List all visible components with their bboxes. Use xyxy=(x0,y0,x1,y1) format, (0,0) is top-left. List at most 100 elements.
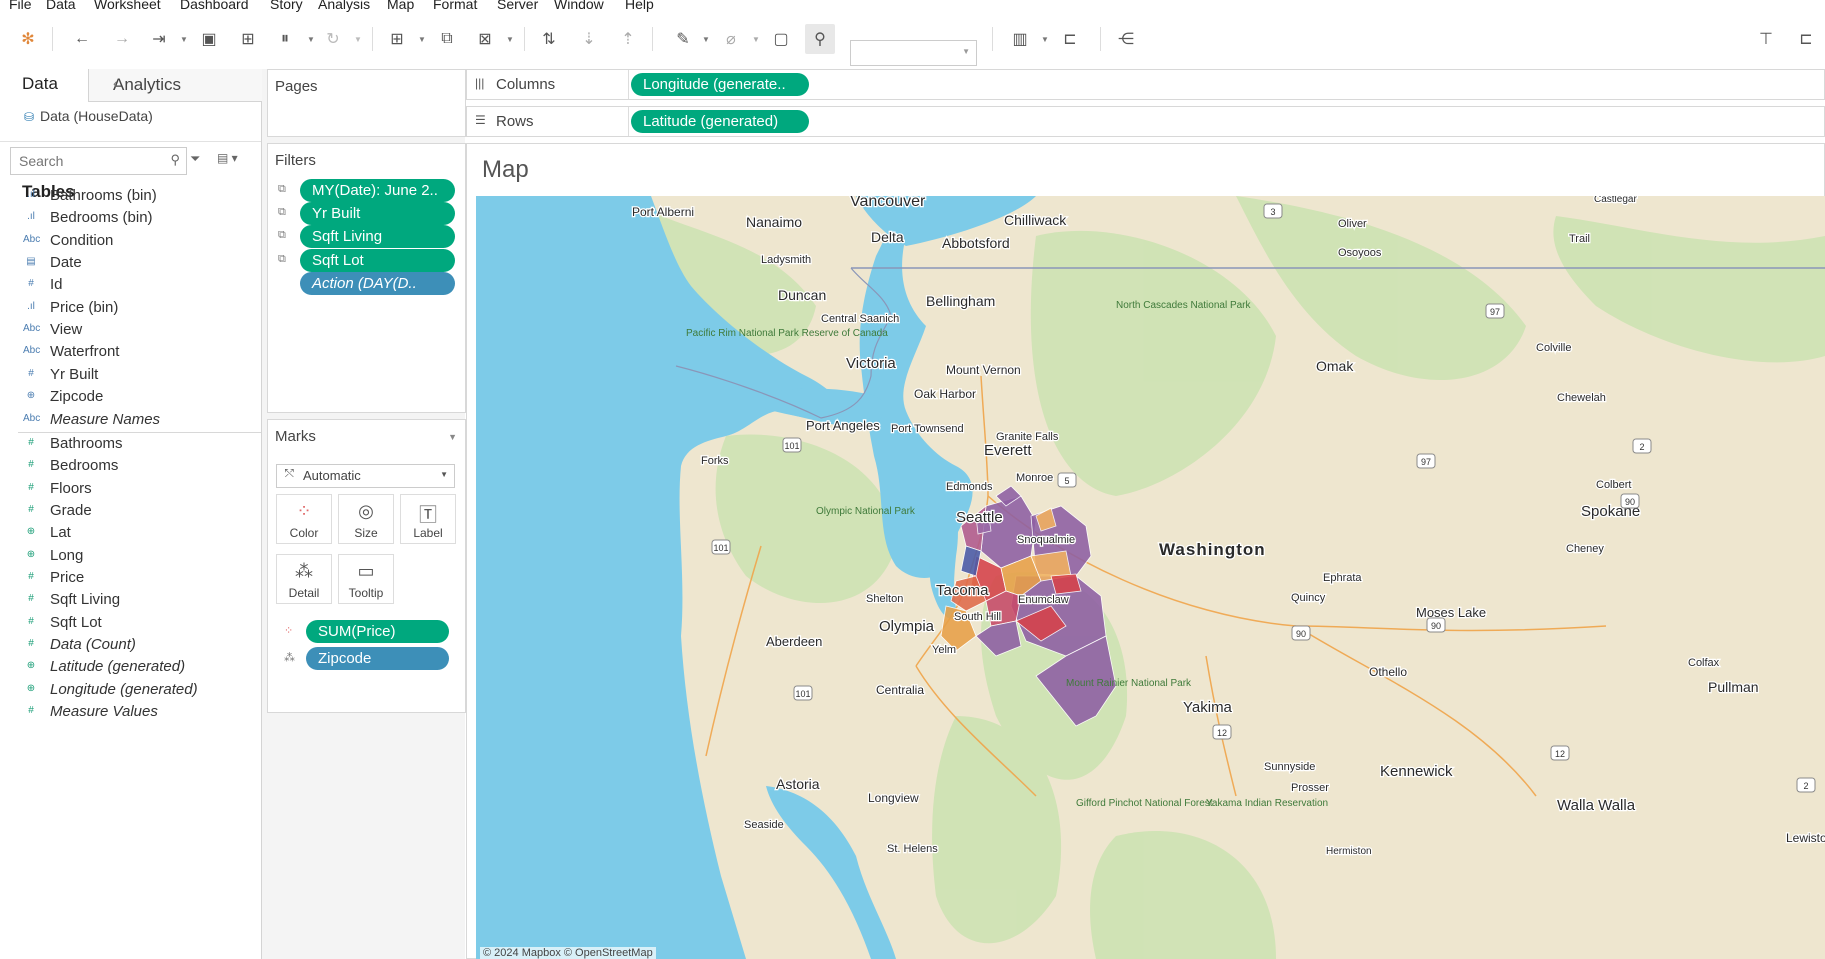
tab-analytics[interactable]: Analytics ‹ xyxy=(88,69,262,102)
forward-icon[interactable]: → xyxy=(111,28,133,50)
field-item[interactable]: .ıl Price (bin) xyxy=(0,298,261,320)
marks-pill-sum-price[interactable]: SUM(Price) xyxy=(306,620,449,643)
tableau-logo-icon[interactable]: ✻ xyxy=(17,28,39,50)
new-worksheet-icon[interactable]: ⊞ xyxy=(386,28,408,50)
marks-detail-button[interactable]: ⁂ Detail xyxy=(276,554,332,604)
new-worksheet-dropdown-icon[interactable]: ▼ xyxy=(418,35,426,44)
marks-label-button[interactable]: 🅃 Label xyxy=(400,494,456,544)
menu-format[interactable]: Format xyxy=(433,0,477,12)
field-item[interactable]: .ıl Bathrooms (bin) xyxy=(0,186,261,208)
columns-shelf[interactable]: ||| Columns Longitude (generate.. xyxy=(466,69,1825,100)
refresh-icon[interactable]: ↻ xyxy=(322,28,344,50)
presentation-mode-icon[interactable]: ⊏ xyxy=(1059,28,1081,50)
field-item[interactable]: Abc Measure Names xyxy=(0,410,261,432)
search-box[interactable]: ⚲ xyxy=(10,147,187,175)
collapse-pane-icon[interactable]: ‹ xyxy=(113,75,254,91)
filter-fields-icon[interactable]: ⏷ xyxy=(190,151,200,167)
sort-ascending-icon[interactable]: ⇣ xyxy=(578,28,600,50)
filter-pill[interactable]: Yr Built xyxy=(300,202,455,226)
redo-icon[interactable]: ⇥ xyxy=(148,28,170,50)
field-item[interactable]: # Yr Built xyxy=(0,365,261,387)
new-datasource-icon[interactable]: ⊞ xyxy=(237,28,259,50)
filters-card[interactable]: Filters ⧉ MY(Date): June 2.. ⧉ Yr Built ⧉ Sqf… xyxy=(267,143,466,413)
filter-pill[interactable]: Sqft Living xyxy=(300,225,455,249)
search-input[interactable] xyxy=(17,152,161,170)
field-item[interactable]: # Floors xyxy=(0,479,261,501)
show-me-panel-label-icon[interactable]: ⊏ xyxy=(1795,28,1817,50)
filter-pill[interactable]: Sqft Lot xyxy=(300,248,455,272)
field-item[interactable]: # Sqft Lot xyxy=(0,613,261,635)
mark-type-select[interactable]: ⤲ Automatic ▼ xyxy=(276,464,455,488)
datasource-item[interactable]: ⛁ Data (HouseData) xyxy=(24,108,153,124)
rows-shelf[interactable]: ☰ Rows Latitude (generated) xyxy=(466,106,1825,137)
field-item[interactable]: Abc Condition xyxy=(0,231,261,253)
filter-pill[interactable]: Action (DAY(D.. xyxy=(300,271,455,295)
field-item[interactable]: .ıl Bedrooms (bin) xyxy=(0,208,261,230)
menu-server[interactable]: Server xyxy=(497,0,538,12)
group-dropdown-icon[interactable]: ▼ xyxy=(752,35,760,44)
field-item[interactable]: # Bedrooms xyxy=(0,456,261,478)
pages-card[interactable]: Pages xyxy=(267,69,466,137)
filter-pill[interactable]: MY(Date): June 2.. xyxy=(300,179,455,202)
menu-dashboard[interactable]: Dashboard xyxy=(180,0,249,12)
menu-analysis[interactable]: Analysis xyxy=(318,0,370,12)
fix-axes-icon[interactable]: ⚲ xyxy=(805,24,835,54)
redo-dropdown-icon[interactable]: ▼ xyxy=(180,35,188,44)
show-me-panel-icon[interactable]: ⊤ xyxy=(1755,28,1777,50)
marks-pill-zipcode[interactable]: Zipcode xyxy=(306,647,449,670)
map-park-label: Gifford Pinchot National Forest xyxy=(1076,798,1213,809)
share-icon[interactable]: ⋲ xyxy=(1115,28,1137,50)
group-members-icon[interactable]: ⌀ xyxy=(720,28,742,50)
back-icon[interactable]: ← xyxy=(71,28,93,50)
save-icon[interactable]: ▣ xyxy=(198,28,220,50)
menu-window[interactable]: Window xyxy=(554,0,604,12)
view-options-icon[interactable]: ▤ ▾ xyxy=(217,151,238,165)
field-item[interactable]: # Grade xyxy=(0,501,261,523)
field-item[interactable]: ⊕ Zipcode xyxy=(0,387,261,409)
marks-size-button[interactable]: ◎ Size xyxy=(338,494,394,544)
field-item[interactable]: Abc View xyxy=(0,320,261,342)
field-item[interactable]: ▤ Date xyxy=(0,253,261,275)
highlight-icon[interactable]: ✎ xyxy=(672,28,694,50)
sort-descending-icon[interactable]: ⇡ xyxy=(617,28,639,50)
fit-combo[interactable]: ▼ xyxy=(850,40,977,66)
show-labels-icon[interactable]: ▢ xyxy=(770,28,792,50)
rows-pill-latitude[interactable]: Latitude (generated) xyxy=(631,110,809,133)
show-me-icon[interactable]: ▥ xyxy=(1009,28,1031,50)
marks-menu-icon[interactable]: ▼ xyxy=(448,432,457,442)
field-item[interactable]: # Measure Values xyxy=(0,702,261,724)
menu-story[interactable]: Story xyxy=(270,0,303,12)
refresh-dropdown-icon[interactable]: ▼ xyxy=(354,35,362,44)
swap-rows-columns-icon[interactable]: ⇅ xyxy=(538,28,560,50)
view-title[interactable]: Map xyxy=(482,156,529,184)
field-item[interactable]: # Sqft Living xyxy=(0,590,261,612)
bin-icon: .ıl xyxy=(27,300,35,312)
field-item[interactable]: ⊕ Latitude (generated) xyxy=(0,657,261,679)
pause-updates-icon[interactable]: ⏸ xyxy=(274,28,296,50)
menu-worksheet[interactable]: Worksheet xyxy=(94,0,161,12)
duplicate-sheet-icon[interactable]: ⧉ xyxy=(436,28,458,50)
marks-tooltip-button[interactable]: ▭ Tooltip xyxy=(338,554,394,604)
pause-dropdown-icon[interactable]: ▼ xyxy=(307,35,315,44)
field-item[interactable]: ⊕ Lat xyxy=(0,523,261,545)
field-item[interactable]: Abc Waterfront xyxy=(0,342,261,364)
marks-color-button[interactable]: ⁘ Color xyxy=(276,494,332,544)
show-me-dropdown-icon[interactable]: ▼ xyxy=(1041,35,1049,44)
clear-sheet-dropdown-icon[interactable]: ▼ xyxy=(506,35,514,44)
menu-file[interactable]: File xyxy=(9,0,32,12)
menu-data[interactable]: Data xyxy=(46,0,76,12)
field-item[interactable]: ⊕ Longitude (generated) xyxy=(0,680,261,702)
field-label: Waterfront xyxy=(50,343,120,361)
field-item[interactable]: # Data (Count) xyxy=(0,635,261,657)
menu-help[interactable]: Help xyxy=(625,0,654,12)
tab-data[interactable]: Data xyxy=(0,69,88,103)
map-canvas[interactable]: Vancouver Port Alberni Nanaimo Delta Chilliw… xyxy=(476,196,1825,959)
field-item[interactable]: # Id xyxy=(0,275,261,297)
field-item[interactable]: # Price xyxy=(0,568,261,590)
columns-pill-longitude[interactable]: Longitude (generate.. xyxy=(631,73,809,96)
field-item[interactable]: ⊕ Long xyxy=(0,546,261,568)
field-item[interactable]: # Bathrooms xyxy=(0,434,261,456)
clear-sheet-icon[interactable]: ⊠ xyxy=(474,28,496,50)
menu-map[interactable]: Map xyxy=(387,0,414,12)
highlight-dropdown-icon[interactable]: ▼ xyxy=(702,35,710,44)
